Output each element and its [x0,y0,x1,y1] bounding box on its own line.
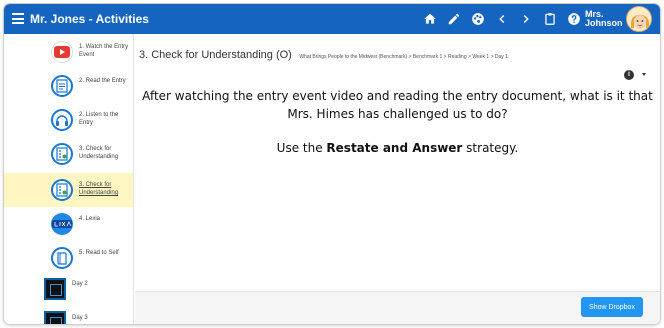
top-bar: Mr. Jones - Activities Mrs. Johnson [4,4,660,34]
sidebar-item-read-entry[interactable]: 2. Read the Entry [4,69,133,103]
strategy-name: Restate and Answer [326,141,463,155]
sidebar-item-label: 5. Read to Self [79,250,119,256]
title-row: 3. Check for Understanding (O) What Brin… [139,45,508,63]
lexia-icon [51,213,73,235]
sidebar-item-read-to-self[interactable]: 5. Read to Self [4,241,133,275]
activity-sidebar: 1. Watch the Entry Event 2. Read the Ent… [4,34,134,324]
user-name[interactable]: Mrs. Johnson [585,10,623,28]
bottom-bar: Show Dropbox [135,291,660,324]
page-title: 3. Check for Understanding (O) [139,49,292,61]
day-label: Day 2 [72,281,88,287]
chevron-right-icon[interactable] [518,11,534,27]
sidebar-item-check-understanding[interactable]: 3. Check for Understanding [4,137,133,171]
sidebar-item-label: 3. Check for Understanding [79,182,119,196]
caret-down-icon[interactable] [642,73,646,76]
avatar[interactable] [626,6,652,32]
sidebar-day-2[interactable]: Day 2 [4,275,133,303]
app-window: Mr. Jones - Activities Mrs. Johnson 1. W… [4,4,660,324]
strategy-text: Use the Restate and Answer strategy. [135,141,660,155]
video-icon [51,41,73,63]
breadcrumb[interactable]: What Brings People to the Midwest (Bench… [299,54,508,60]
show-dropbox-button[interactable]: Show Dropbox [581,297,643,317]
question-text: After watching the entry event video and… [142,89,653,121]
checklist-icon [51,179,73,201]
help-icon[interactable] [566,11,582,27]
palette-icon[interactable] [470,11,486,27]
sidebar-item-label: 2. Read the Entry [79,78,126,84]
user-name-line2: Johnson [585,18,623,28]
sidebar-item-label: 3. Check for Understanding [79,146,119,160]
day-thumbnail [44,311,66,324]
sidebar-item-lexia[interactable]: 4. Lexia [4,207,133,241]
checklist-icon [51,143,73,165]
sidebar-item-listen-entry[interactable]: 2. Listen to the Entry [4,103,133,137]
sidebar-item-label: 1. Watch the Entry Event [79,44,129,58]
day-thumbnail [44,278,66,300]
menu-icon[interactable] [12,13,24,24]
info-icon[interactable]: i [624,70,634,80]
strategy-suffix: strategy. [462,141,519,155]
home-icon[interactable] [422,11,438,27]
document-icon [51,75,73,97]
sidebar-item-watch-entry-event[interactable]: 1. Watch the Entry Event [4,35,133,69]
activity-content: 3. Check for Understanding (O) What Brin… [135,34,660,324]
day-label: Day 3 [72,315,88,321]
book-icon [51,247,73,269]
strategy-prefix: Use the [276,141,327,155]
pencil-icon[interactable] [446,11,462,27]
toolbar-icons [422,11,590,27]
chevron-left-icon[interactable] [494,11,510,27]
sidebar-item-check-understanding-active[interactable]: 3. Check for Understanding [4,173,133,207]
sidebar-day-3[interactable]: Day 3 [4,308,133,324]
clipboard-icon[interactable] [542,11,558,27]
headphones-icon [51,109,73,131]
app-title: Mr. Jones - Activities [30,12,149,26]
sidebar-item-label: 2. Listen to the Entry [79,112,119,126]
sidebar-item-label: 4. Lexia [79,216,101,222]
